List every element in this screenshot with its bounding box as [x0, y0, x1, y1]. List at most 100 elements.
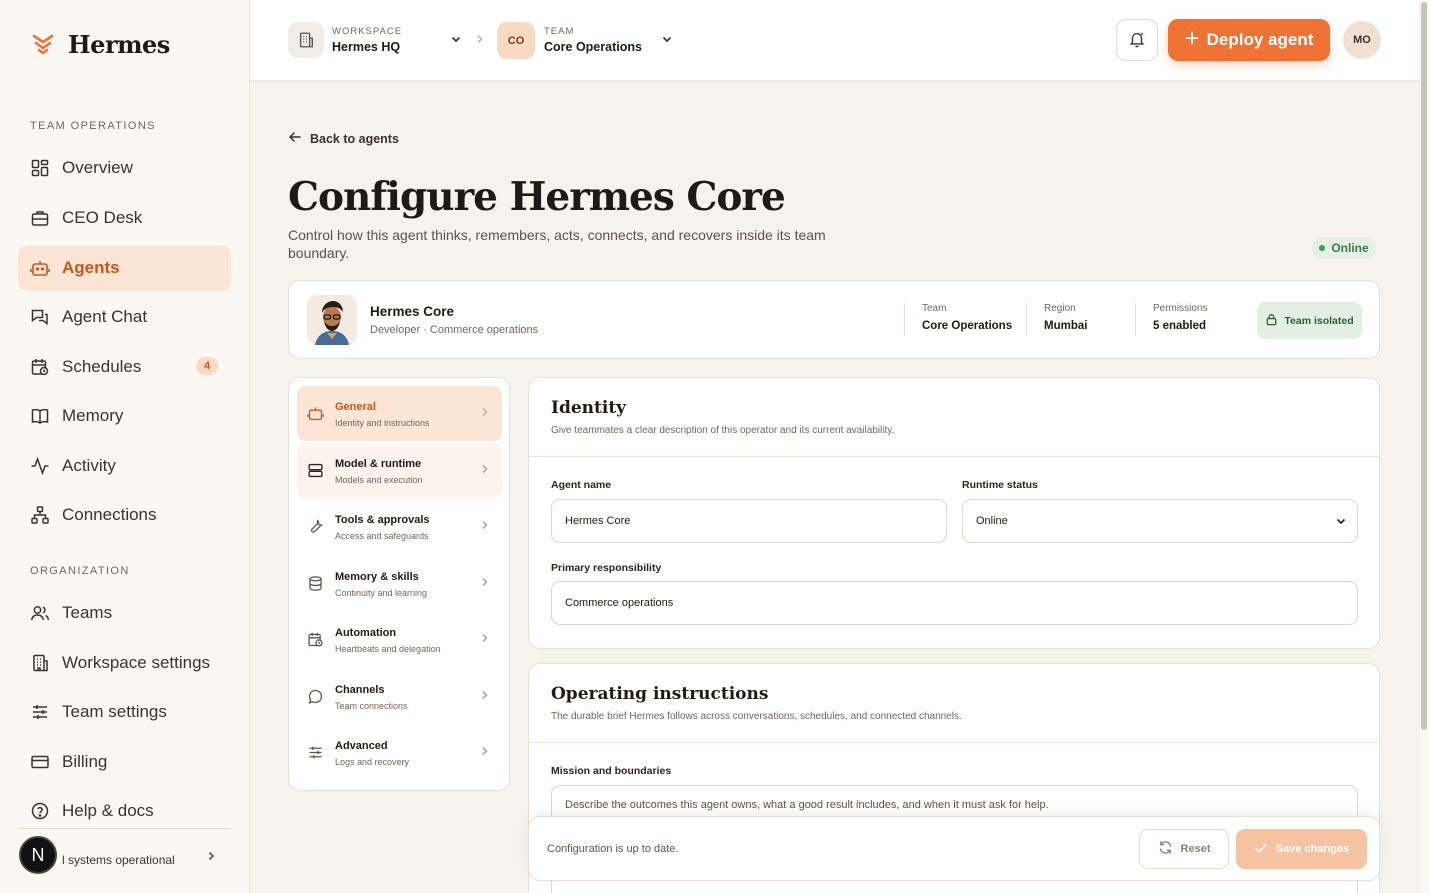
sidebar-item-connections[interactable]: Connections [18, 492, 231, 538]
identity-description: Give teammates a clear description of th… [551, 425, 895, 436]
user-avatar[interactable]: MO [1343, 21, 1381, 59]
check-icon [1254, 841, 1268, 858]
agent-role: Developer · Commerce operations [370, 324, 539, 336]
sidebar-item-ceo-desk[interactable]: CEO Desk [18, 195, 231, 241]
settings-tab-desc: Continuity and learning [335, 588, 428, 598]
credit-card-icon [30, 752, 50, 772]
divider [529, 742, 1379, 743]
agent-name-label: Agent name [551, 479, 612, 491]
settings-tab-desc: Team connections [335, 701, 408, 711]
sidebar-item-teams[interactable]: Teams [18, 590, 231, 636]
instructions-description: The durable brief Hermes follows across … [551, 711, 962, 722]
sidebar-item-team-settings[interactable]: Team settings [18, 689, 231, 735]
bot-icon [307, 405, 324, 422]
chevron-right-icon [480, 519, 490, 534]
sidebar-item-label: Teams [62, 603, 113, 622]
sidebar-item-activity[interactable]: Activity [18, 443, 231, 489]
sidebar-item-billing[interactable]: Billing [18, 739, 231, 785]
sidebar-item-workspace-settings[interactable]: Workspace settings [18, 640, 231, 686]
sidebar-item-label: Billing [62, 752, 108, 771]
reset-label: Reset [1180, 843, 1211, 855]
workspace-chevron-down-icon[interactable] [450, 33, 462, 48]
building-icon [30, 653, 50, 673]
settings-tab-advanced[interactable]: Advanced Logs and recovery [297, 725, 502, 780]
grid-icon [30, 158, 50, 178]
workspace-name[interactable]: Hermes HQ [332, 40, 400, 54]
settings-tab-title: Advanced [335, 740, 388, 752]
section-label-team: TEAM OPERATIONS [30, 120, 156, 132]
sliders-icon [30, 702, 50, 722]
settings-tab-channels[interactable]: Channels Team connections [297, 669, 502, 724]
sidebar-item-schedules[interactable]: Schedules 4 [18, 344, 231, 390]
sidebar-item-label: Agents [62, 258, 120, 277]
chevron-right-icon [480, 406, 490, 421]
chevron-right-icon [480, 632, 490, 647]
sidebar-item-label: Help & docs [62, 801, 154, 820]
agent-name-input[interactable] [551, 499, 947, 543]
refresh-icon [1158, 840, 1173, 858]
help-icon [30, 801, 50, 821]
workspace-building-icon[interactable] [288, 22, 324, 58]
chevron-right-icon [480, 689, 490, 704]
chevron-down-icon [1335, 515, 1347, 530]
save-changes-button[interactable]: Save changes [1236, 829, 1367, 869]
sliders-icon [307, 744, 324, 761]
settings-tab-title: Memory & skills [335, 571, 419, 583]
runtime-status-value: Online [976, 515, 1008, 527]
dev-tools-badge[interactable]: N [19, 836, 57, 874]
sidebar-item-memory[interactable]: Memory [18, 393, 231, 439]
deploy-agent-label: Deploy agent [1206, 30, 1314, 49]
brand[interactable]: Hermes [32, 30, 170, 59]
back-to-agents-link[interactable]: Back to agents [288, 130, 399, 147]
settings-tab-title: Model & runtime [335, 458, 422, 470]
save-label: Save changes [1275, 843, 1350, 855]
runtime-status-select[interactable]: Online [962, 499, 1358, 543]
team-chevron-down-icon[interactable] [661, 33, 673, 48]
primary-responsibility-label: Primary responsibility [551, 562, 662, 574]
workspace-label: WORKSPACE [332, 26, 403, 37]
network-icon [30, 505, 50, 525]
settings-tab-memory-skills[interactable]: Memory & skills Continuity and learning [297, 556, 502, 611]
divider [529, 456, 1379, 457]
runtime-status-label: Runtime status [962, 479, 1038, 491]
sidebar-item-label: Activity [62, 456, 116, 475]
team-initials-badge[interactable]: CO [497, 22, 535, 59]
sidebar-item-label: Overview [62, 158, 133, 177]
users-icon [30, 603, 50, 623]
settings-tab-general[interactable]: General Identity and instructions [297, 386, 502, 441]
team-isolated-label: Team isolated [1284, 314, 1354, 327]
team-isolated-badge: Team isolated [1257, 302, 1362, 339]
settings-tab-automation[interactable]: Automation Heartbeats and delegation [297, 612, 502, 667]
status-dot-icon [1319, 245, 1326, 251]
reset-button[interactable]: Reset [1139, 829, 1229, 869]
sidebar-item-overview[interactable]: Overview [18, 145, 231, 191]
instructions-title: Operating instructions [551, 684, 769, 704]
scrollbar-thumb[interactable] [1421, 2, 1427, 730]
status-pill-label: Online [1331, 241, 1369, 255]
chat-icon [30, 307, 50, 327]
chevron-right-icon [480, 463, 490, 478]
plus-icon [1185, 30, 1199, 50]
section-label-organization: ORGANIZATION [30, 565, 130, 577]
settings-tab-model-runtime[interactable]: Model & runtime Models and execution [297, 443, 502, 498]
brand-name: Hermes [68, 30, 170, 59]
team-name[interactable]: Core Operations [544, 40, 642, 54]
top-bar: WORKSPACE Hermes HQ CO TEAM Core Operati… [250, 0, 1419, 81]
agent-avatar [307, 295, 357, 345]
sidebar-item-label: Agent Chat [62, 307, 148, 326]
settings-tab-tools-approvals[interactable]: Tools & approvals Access and safeguards [297, 499, 502, 554]
deploy-agent-button[interactable]: Deploy agent [1168, 19, 1330, 61]
back-label: Back to agents [310, 131, 399, 146]
identity-title: Identity [551, 398, 627, 418]
notifications-button[interactable] [1116, 19, 1158, 61]
sidebar-item-agents[interactable]: Agents [18, 245, 231, 291]
sidebar-item-agent-chat[interactable]: Agent Chat [18, 294, 231, 340]
hermes-logo-icon [32, 33, 54, 57]
settings-tab-desc: Logs and recovery [335, 757, 410, 767]
primary-responsibility-input[interactable] [551, 581, 1358, 625]
page-scrollbar[interactable] [1420, 0, 1429, 893]
bot-icon [30, 258, 50, 278]
system-status-text: l systems operational [62, 853, 175, 867]
settings-tab-desc: Identity and instructions [335, 418, 430, 428]
team-label: TEAM [544, 26, 575, 37]
